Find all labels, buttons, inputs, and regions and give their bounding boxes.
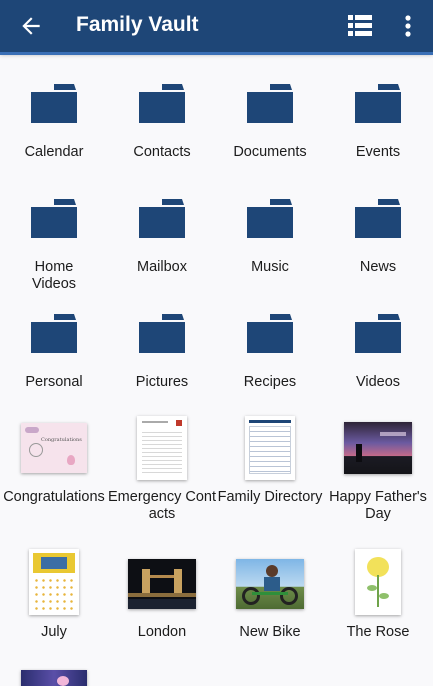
folder-icon bbox=[0, 310, 108, 355]
file-label: July bbox=[41, 624, 67, 640]
file-label: Congratulations bbox=[3, 489, 105, 505]
fathers-day-photo-thumbnail bbox=[344, 422, 412, 474]
back-arrow-icon[interactable] bbox=[18, 13, 44, 39]
folder-recipes[interactable]: Recipes bbox=[216, 290, 324, 400]
folder-label: Documents bbox=[233, 144, 307, 160]
file-label: Happy Father's Day bbox=[329, 489, 427, 522]
folder-events[interactable]: Events bbox=[324, 60, 432, 170]
file-emergency-contacts[interactable]: Emergency Contacts bbox=[108, 405, 216, 525]
folder-videos[interactable]: Videos bbox=[324, 290, 432, 400]
toolbar-accent-line bbox=[0, 52, 433, 55]
file-label: The Rose bbox=[346, 624, 410, 640]
folder-label: Calendar bbox=[24, 144, 84, 160]
folder-icon bbox=[216, 80, 324, 125]
folder-label: News bbox=[359, 259, 397, 275]
file-label: New Bike bbox=[239, 624, 301, 640]
file-july[interactable]: July bbox=[0, 540, 108, 650]
file-label: Emergency Contacts bbox=[108, 489, 216, 522]
folder-icon bbox=[0, 80, 108, 125]
file-the-rose[interactable]: The Rose bbox=[324, 540, 432, 650]
calendar-thumbnail bbox=[29, 549, 79, 615]
list-view-icon[interactable] bbox=[346, 12, 374, 40]
file-partial[interactable] bbox=[0, 668, 108, 686]
page-title: Family Vault bbox=[76, 13, 199, 36]
folder-music[interactable]: Music bbox=[216, 175, 324, 285]
folder-icon bbox=[324, 310, 432, 355]
folder-calendar[interactable]: Calendar bbox=[0, 60, 108, 170]
folder-icon bbox=[108, 310, 216, 355]
folder-label: Videos bbox=[355, 374, 401, 390]
folder-label: Music bbox=[251, 259, 289, 275]
partial-thumbnail bbox=[21, 670, 87, 686]
file-family-directory[interactable]: Family Directory bbox=[216, 405, 324, 525]
more-options-icon[interactable] bbox=[398, 12, 418, 40]
file-new-bike[interactable]: New Bike bbox=[216, 540, 324, 650]
folder-mailbox[interactable]: Mailbox bbox=[108, 175, 216, 285]
file-label: London bbox=[137, 624, 187, 640]
folder-contacts[interactable]: Contacts bbox=[108, 60, 216, 170]
rose-drawing-thumbnail bbox=[355, 549, 401, 615]
app-toolbar: Family Vault bbox=[0, 0, 433, 52]
folder-label: Home Videos bbox=[31, 259, 77, 292]
folder-label: Events bbox=[355, 144, 401, 160]
file-congratulations[interactable]: Congratulations Congratulations bbox=[0, 405, 108, 525]
folder-icon bbox=[0, 195, 108, 240]
folder-icon bbox=[216, 310, 324, 355]
folder-icon bbox=[108, 195, 216, 240]
folder-personal[interactable]: Personal bbox=[0, 290, 108, 400]
document-thumbnail bbox=[137, 416, 187, 480]
folder-label: Recipes bbox=[243, 374, 297, 390]
document-thumbnail bbox=[245, 416, 295, 480]
folder-documents[interactable]: Documents bbox=[216, 60, 324, 170]
file-london[interactable]: London bbox=[108, 540, 216, 650]
folder-label: Contacts bbox=[133, 144, 191, 160]
folder-icon bbox=[216, 195, 324, 240]
folder-icon bbox=[108, 80, 216, 125]
london-photo-thumbnail bbox=[128, 559, 196, 609]
folder-home-videos[interactable]: Home Videos bbox=[0, 175, 108, 292]
congratulations-card-thumbnail: Congratulations bbox=[21, 423, 87, 473]
folder-label: Mailbox bbox=[137, 259, 187, 275]
bike-photo-thumbnail bbox=[236, 559, 304, 609]
folder-icon bbox=[324, 195, 432, 240]
file-label: Family Directory bbox=[217, 489, 323, 505]
folder-label: Pictures bbox=[135, 374, 189, 390]
folder-pictures[interactable]: Pictures bbox=[108, 290, 216, 400]
file-happy-fathers-day[interactable]: Happy Father's Day bbox=[324, 405, 432, 525]
folder-icon bbox=[324, 80, 432, 125]
folder-label: Personal bbox=[25, 374, 83, 390]
folder-news[interactable]: News bbox=[324, 175, 432, 285]
